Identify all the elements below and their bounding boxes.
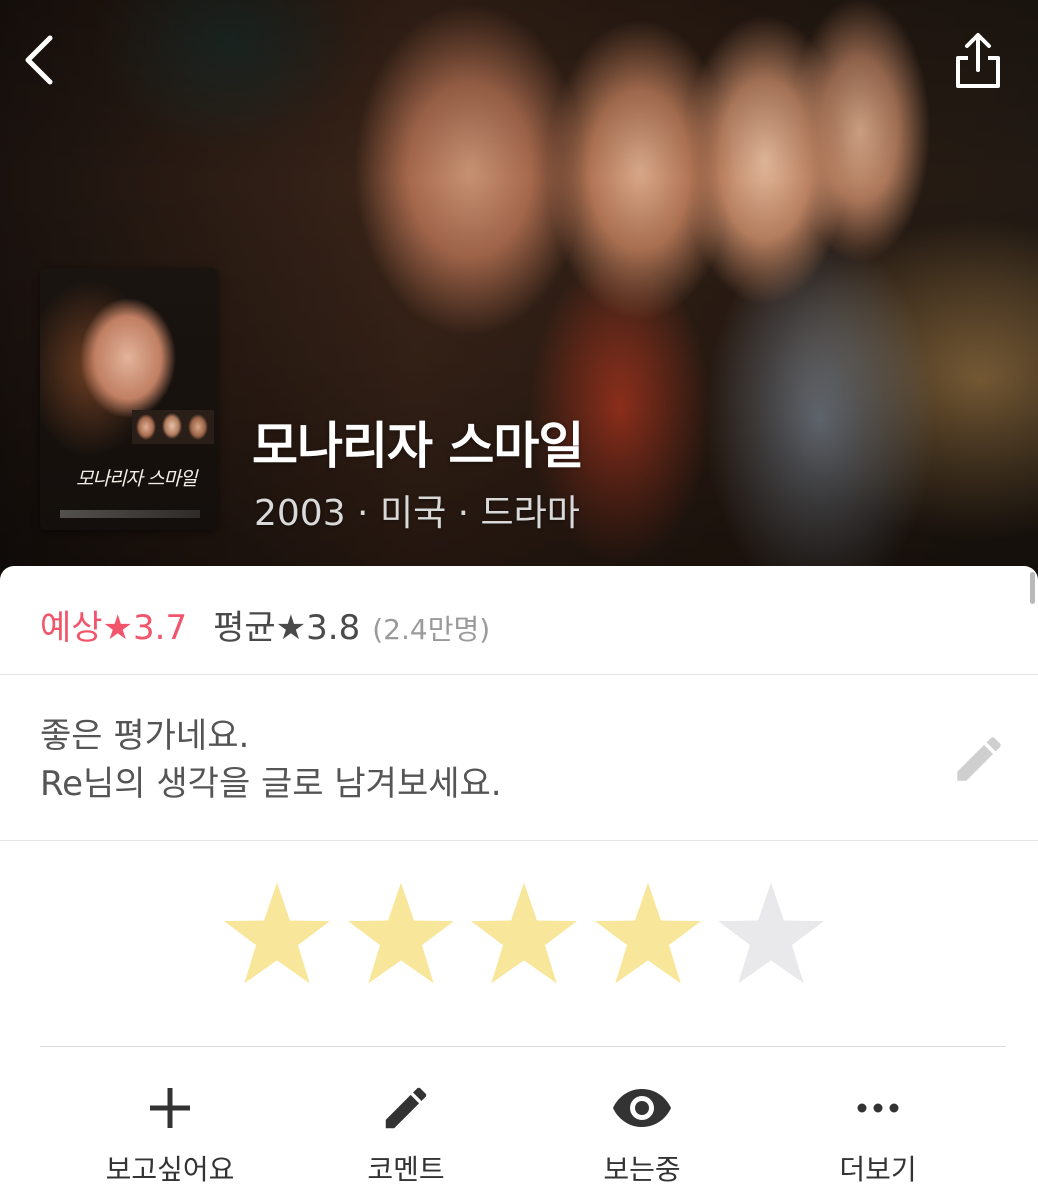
poster-credits (60, 510, 200, 518)
share-icon (956, 33, 1000, 88)
divider (0, 674, 1038, 675)
poster-title: 모나리자 스마일 (76, 468, 197, 490)
hero-backdrop: 모나리자 스마일 모나리자 스마일 2003 · 미국 · 드라마 (0, 0, 1038, 600)
divider (40, 1046, 1006, 1047)
watching-button[interactable]: 보는중 (532, 1080, 752, 1190)
comment-prompt-line2: Re님의 생각을 글로 남겨보세요. (40, 764, 502, 804)
star-filled-icon[interactable] (219, 878, 335, 994)
comment-prompt[interactable]: 좋은 평가네요. Re님의 생각을 글로 남겨보세요. (40, 712, 502, 808)
want-to-watch-button[interactable]: 보고싶어요 (60, 1080, 280, 1190)
comment-prompt-line1: 좋은 평가네요. (40, 716, 250, 756)
pencil-icon[interactable] (950, 730, 1008, 788)
rating-summary: 예상★3.7 평균★3.8 (2.4만명) (40, 600, 491, 648)
pencil-icon (385, 1087, 427, 1129)
action-bar: 보고싶어요 코멘트 보는중 더보기 (60, 1080, 988, 1190)
star-filled-icon[interactable] (590, 878, 706, 994)
want-to-watch-label: 보고싶어요 (105, 1153, 235, 1186)
share-button[interactable] (948, 30, 1008, 90)
comment-button[interactable]: 코멘트 (296, 1080, 516, 1190)
more-icon (857, 1103, 899, 1113)
star-rating-input[interactable] (219, 878, 829, 994)
star-filled-icon[interactable] (343, 878, 459, 994)
movie-poster[interactable]: 모나리자 스마일 (40, 268, 218, 530)
divider (0, 840, 1038, 841)
star-filled-icon[interactable] (466, 878, 582, 994)
more-button[interactable]: 더보기 (768, 1080, 988, 1190)
star-empty-icon[interactable] (713, 878, 829, 994)
movie-title: 모나리자 스마일 (252, 417, 584, 475)
watching-label: 보는중 (603, 1153, 681, 1186)
average-rating: 평균★3.8 (213, 608, 361, 648)
comment-label: 코멘트 (367, 1153, 445, 1186)
plus-icon (150, 1088, 190, 1128)
poster-inset-image (132, 410, 214, 444)
rating-count: (2.4만명) (372, 613, 491, 646)
back-button[interactable] (10, 30, 70, 90)
movie-meta: 2003 · 미국 · 드라마 (254, 493, 580, 534)
scrollbar[interactable] (1030, 572, 1035, 604)
chevron-left-icon (25, 35, 53, 85)
more-label: 더보기 (839, 1153, 917, 1186)
eye-icon (613, 1089, 671, 1127)
predicted-rating: 예상★3.7 (40, 608, 188, 648)
